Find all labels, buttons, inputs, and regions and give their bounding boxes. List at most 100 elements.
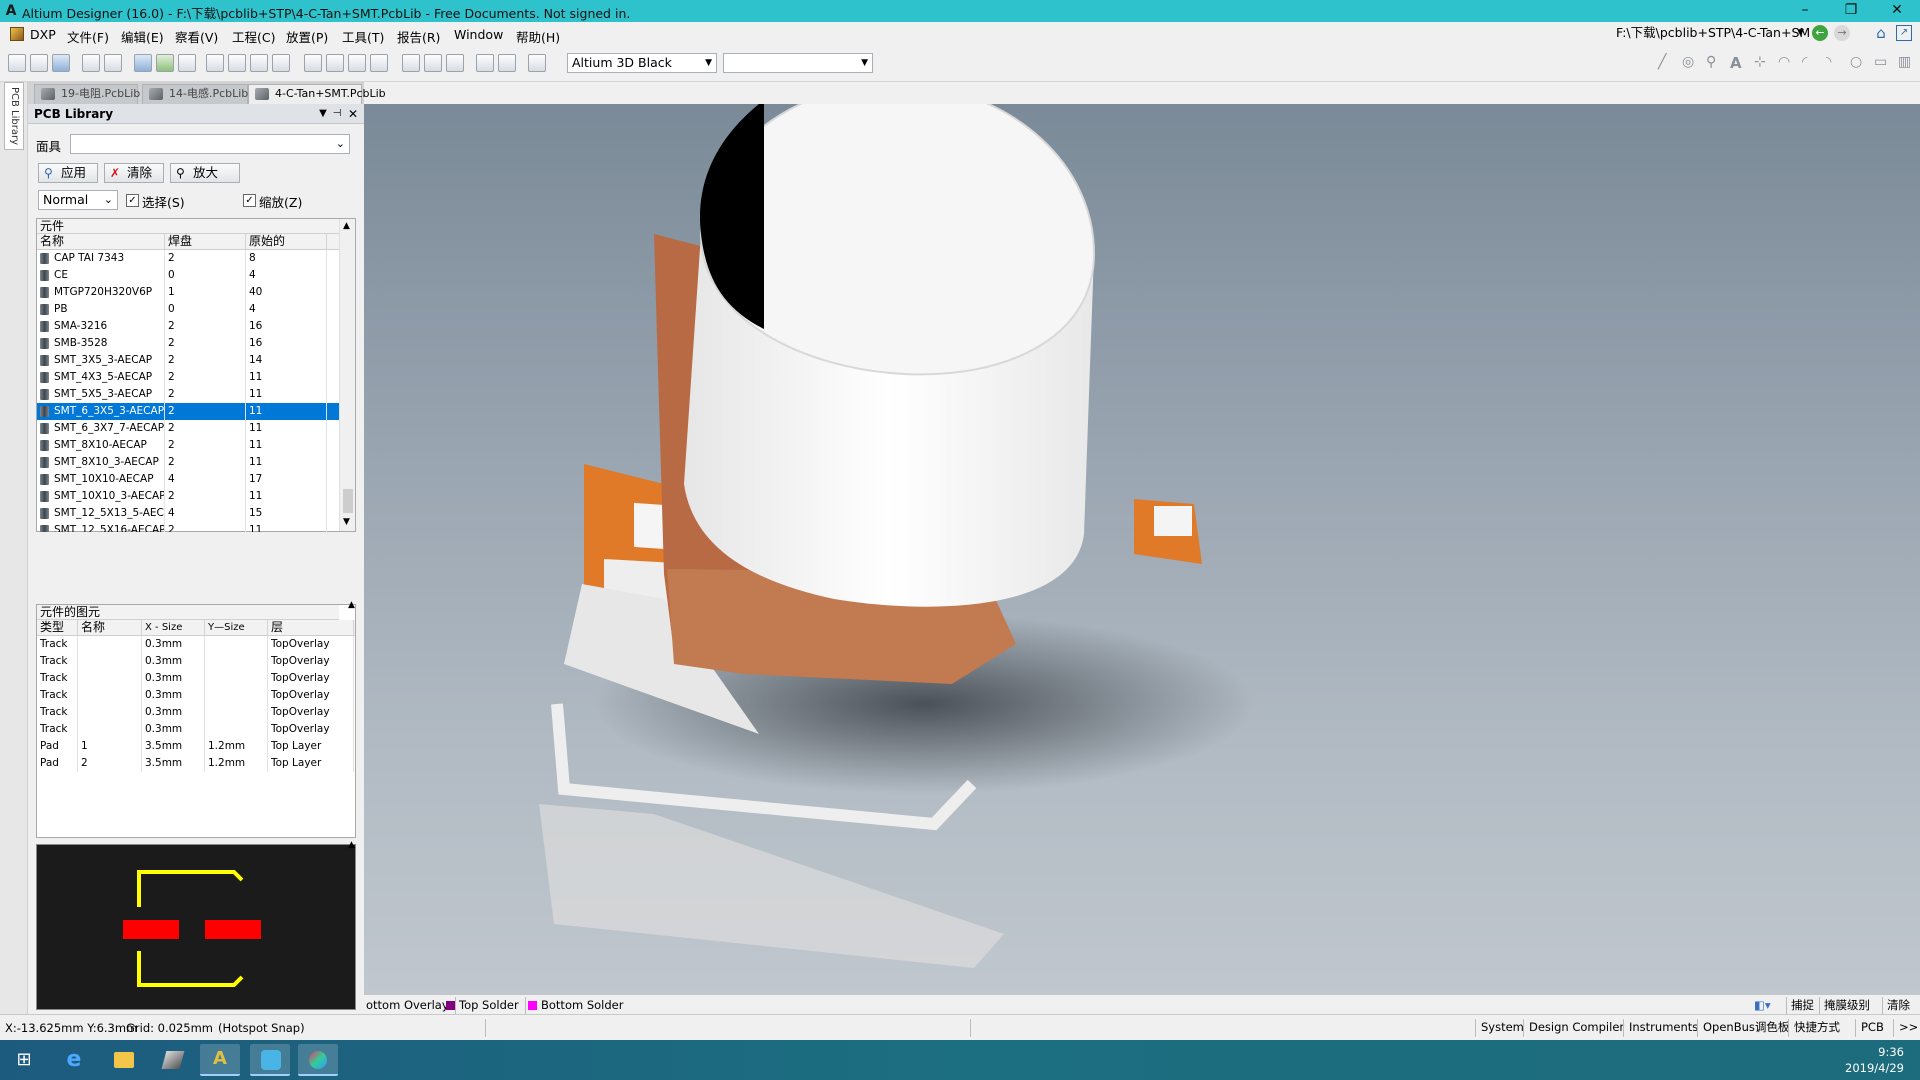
layer-tab-bottom-overlay[interactable]: ottom Overlay bbox=[364, 997, 456, 1014]
scroll-up-icon[interactable]: ▲ bbox=[343, 221, 350, 231]
copy-icon[interactable] bbox=[326, 54, 344, 72]
component-row[interactable]: SMT_12_5X16-AECAP 2 11 bbox=[37, 522, 339, 532]
board-icon[interactable] bbox=[156, 54, 174, 72]
pin-icon[interactable]: ⊣ bbox=[330, 106, 344, 122]
save-icon[interactable] bbox=[52, 54, 70, 72]
layer-set-icon[interactable]: ◧▾ bbox=[1754, 997, 1771, 1014]
text-icon[interactable]: A bbox=[1730, 54, 1748, 72]
component-row[interactable]: SMB-3528 2 16 bbox=[37, 335, 339, 352]
menu-dxp[interactable]: DXP bbox=[30, 27, 56, 42]
windows-start-icon[interactable]: ⊞ bbox=[4, 1044, 44, 1076]
primitive-row[interactable]: Track 0.3mm TopOverlay bbox=[37, 653, 355, 670]
back-icon[interactable]: ← bbox=[1812, 25, 1828, 41]
tab-cap-lib[interactable]: 4-C-Tan+SMT.PcbLib bbox=[248, 84, 386, 104]
altium-taskbar-icon[interactable]: A bbox=[200, 1044, 240, 1076]
primitives-collapse-icon[interactable]: ▲ bbox=[348, 600, 355, 610]
pcb-library-side-tab[interactable]: PCB Library bbox=[4, 82, 24, 150]
col-name[interactable]: 名称 bbox=[37, 234, 165, 249]
home-icon[interactable]: ⌂ bbox=[1872, 24, 1890, 42]
app-paint-icon[interactable] bbox=[298, 1044, 338, 1076]
select-checkbox[interactable]: ✓ bbox=[126, 194, 139, 207]
deselect-icon[interactable] bbox=[446, 54, 464, 72]
file-explorer-icon[interactable] bbox=[104, 1044, 144, 1076]
component-row[interactable]: SMT_3X5_3-AECAP 2 14 bbox=[37, 352, 339, 369]
open-icon[interactable] bbox=[30, 54, 48, 72]
col-primitives[interactable]: 原始的 bbox=[246, 234, 327, 249]
menu-tools[interactable]: 工具(T) bbox=[342, 27, 384, 46]
primitive-row[interactable]: Track 0.3mm TopOverlay bbox=[37, 721, 355, 738]
component-row[interactable]: MTGP720H320V6P 1 40 bbox=[37, 284, 339, 301]
app-stack-icon[interactable] bbox=[152, 1044, 192, 1076]
component-row[interactable]: SMT_8X10-AECAP 2 11 bbox=[37, 437, 339, 454]
print-preview-icon[interactable] bbox=[104, 54, 122, 72]
status-openbus-button[interactable]: OpenBus调色板 bbox=[1697, 1019, 1789, 1037]
menu-project[interactable]: 工程(C) bbox=[232, 27, 275, 46]
clear-mask-button[interactable]: 清除 bbox=[1882, 997, 1910, 1014]
col-type[interactable]: 类型 bbox=[37, 620, 78, 635]
coordinate-icon[interactable]: ⊹ bbox=[1754, 54, 1772, 72]
menu-edit[interactable]: 编辑(E) bbox=[121, 27, 164, 46]
region-icon[interactable]: ▥ bbox=[1898, 54, 1916, 72]
tab-inductor-lib[interactable]: 14-电感.PcbLib bbox=[142, 84, 248, 104]
document-path-combo[interactable]: F:\下载\pcblib+STP\4-C-Tan+SM ▼ bbox=[1612, 24, 1810, 44]
layer-tab-bottom-solder[interactable]: Bottom Solder bbox=[528, 997, 623, 1014]
taskbar-clock[interactable]: 9:36 2019/4/29 bbox=[1845, 1044, 1904, 1076]
component-icon[interactable] bbox=[178, 54, 196, 72]
mask-level-button[interactable]: 掩膜级别 bbox=[1819, 997, 1870, 1014]
status-system-button[interactable]: System bbox=[1475, 1019, 1524, 1037]
mode-select[interactable]: Normal ⌄ bbox=[38, 190, 118, 210]
arc-center-icon[interactable]: ◜ bbox=[1802, 54, 1820, 72]
select-area-icon[interactable] bbox=[402, 54, 420, 72]
clear-button[interactable]: ✗ 清除 bbox=[104, 163, 164, 183]
arc-icon[interactable]: ◠ bbox=[1778, 54, 1796, 72]
maximize-button[interactable]: ❐ bbox=[1828, 0, 1874, 22]
component-row[interactable]: SMT_6_3X5_3-AECAP 2 11 bbox=[37, 403, 339, 420]
cut-icon[interactable] bbox=[304, 54, 322, 72]
secondary-combo[interactable]: ▼ bbox=[723, 53, 873, 73]
component-row[interactable]: SMA-3216 2 16 bbox=[37, 318, 339, 335]
primitive-row[interactable]: Track 0.3mm TopOverlay bbox=[37, 687, 355, 704]
zoom-button[interactable]: ⚲ 放大 bbox=[170, 163, 240, 183]
tab-resistor-lib[interactable]: 19-电阻.PcbLib bbox=[34, 84, 140, 104]
component-row[interactable]: PB 0 4 bbox=[37, 301, 339, 318]
primitive-row[interactable]: Track 0.3mm TopOverlay bbox=[37, 636, 355, 653]
arc-edge-icon[interactable]: ◝ bbox=[1826, 54, 1844, 72]
layers-icon[interactable] bbox=[134, 54, 152, 72]
status-pcb-button[interactable]: PCB bbox=[1855, 1019, 1884, 1037]
close-button[interactable]: ✕ bbox=[1874, 0, 1920, 22]
scroll-thumb[interactable] bbox=[343, 489, 353, 513]
primitive-row[interactable]: Pad 2 3.5mm 1.2mm Top Layer bbox=[37, 755, 355, 772]
forward-icon[interactable]: → bbox=[1834, 25, 1850, 41]
col-pads[interactable]: 焊盘 bbox=[165, 234, 246, 249]
line-icon[interactable]: ╱ bbox=[1658, 54, 1676, 72]
status-more-button[interactable]: >> bbox=[1893, 1019, 1918, 1037]
component-row[interactable]: CE 0 4 bbox=[37, 267, 339, 284]
zoom-in-icon[interactable] bbox=[206, 54, 224, 72]
zoom-selected-icon[interactable] bbox=[272, 54, 290, 72]
menu-file[interactable]: 文件(F) bbox=[67, 27, 109, 46]
minimize-button[interactable]: – bbox=[1782, 0, 1828, 22]
menu-place[interactable]: 放置(P) bbox=[286, 27, 328, 46]
edge-browser-icon[interactable]: e bbox=[54, 1044, 94, 1076]
grid-icon[interactable] bbox=[528, 54, 546, 72]
navigation-icon[interactable]: ↗ bbox=[1896, 25, 1912, 41]
component-row[interactable]: SMT_12_5X13_5-AECA 4 15 bbox=[37, 505, 339, 522]
component-row[interactable]: SMT_6_3X7_7-AECAP 2 11 bbox=[37, 420, 339, 437]
app-chat-icon[interactable] bbox=[250, 1044, 290, 1076]
pad-icon[interactable]: ◎ bbox=[1682, 54, 1700, 72]
via-icon[interactable]: ⚲ bbox=[1706, 54, 1724, 72]
menu-help[interactable]: 帮助(H) bbox=[516, 27, 560, 46]
move-icon[interactable] bbox=[424, 54, 442, 72]
fill-icon[interactable]: ▭ bbox=[1874, 54, 1892, 72]
col-y-size[interactable]: Y—Size bbox=[205, 620, 268, 635]
circle-icon[interactable]: ○ bbox=[1850, 54, 1868, 72]
col-layer[interactable]: 层 bbox=[268, 620, 354, 635]
layer-tab-top-solder[interactable]: Top Solder bbox=[446, 997, 526, 1014]
col-x-size[interactable]: X - Size bbox=[142, 620, 205, 635]
primitive-row[interactable]: Track 0.3mm TopOverlay bbox=[37, 670, 355, 687]
status-instruments-button[interactable]: Instruments bbox=[1623, 1019, 1698, 1037]
menu-reports[interactable]: 报告(R) bbox=[397, 27, 440, 46]
scroll-down-icon[interactable]: ▼ bbox=[343, 517, 350, 527]
apply-button[interactable]: ⚲ 应用 bbox=[38, 163, 98, 183]
mask-input[interactable]: ⌄ bbox=[70, 134, 350, 154]
